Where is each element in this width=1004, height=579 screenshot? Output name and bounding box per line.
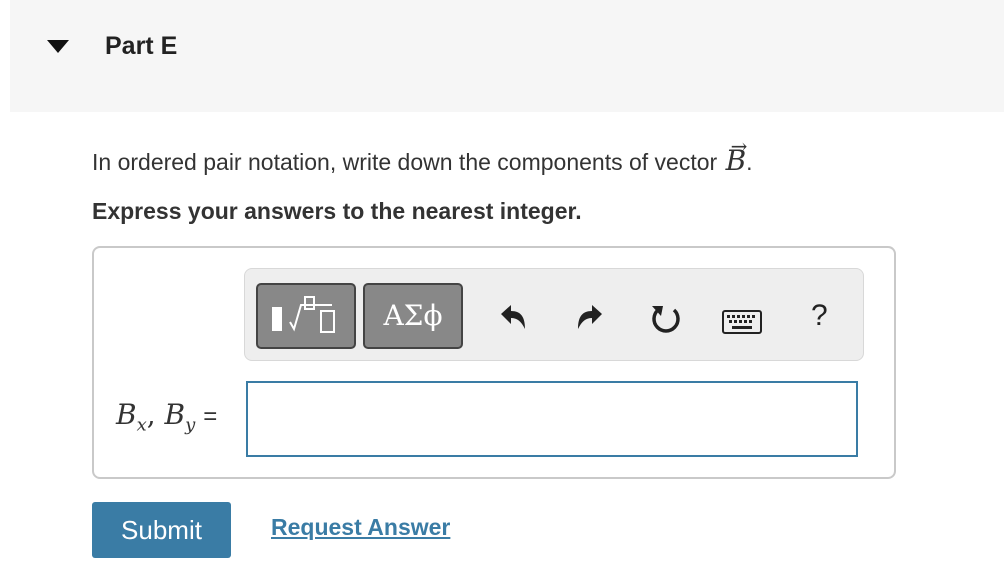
part-header[interactable]: Part E [10, 0, 1004, 112]
answer-input[interactable] [246, 381, 858, 457]
templates-icon [272, 296, 335, 333]
prompt-text: In ordered pair notation, write down the… [92, 149, 724, 175]
collapse-caret-icon[interactable] [47, 40, 69, 54]
answer-instruction: Express your answers to the nearest inte… [92, 198, 582, 224]
reset-icon[interactable] [648, 302, 684, 338]
symbols-label: ΑΣϕ [383, 299, 443, 332]
redo-icon[interactable] [574, 303, 606, 333]
request-answer-link[interactable]: Request Answer [271, 514, 450, 541]
vector-b-symbol: → B [725, 134, 748, 177]
question-prompt: In ordered pair notation, write down the… [92, 134, 753, 177]
undo-icon[interactable] [497, 303, 529, 333]
answer-label: Bx, By = [116, 398, 218, 436]
keyboard-icon[interactable] [722, 310, 762, 334]
submit-button[interactable]: Submit [92, 502, 231, 558]
templates-button[interactable] [256, 283, 356, 349]
part-title: Part E [105, 32, 178, 60]
help-icon[interactable]: ? [811, 299, 828, 333]
symbols-button[interactable]: ΑΣϕ [363, 283, 463, 349]
